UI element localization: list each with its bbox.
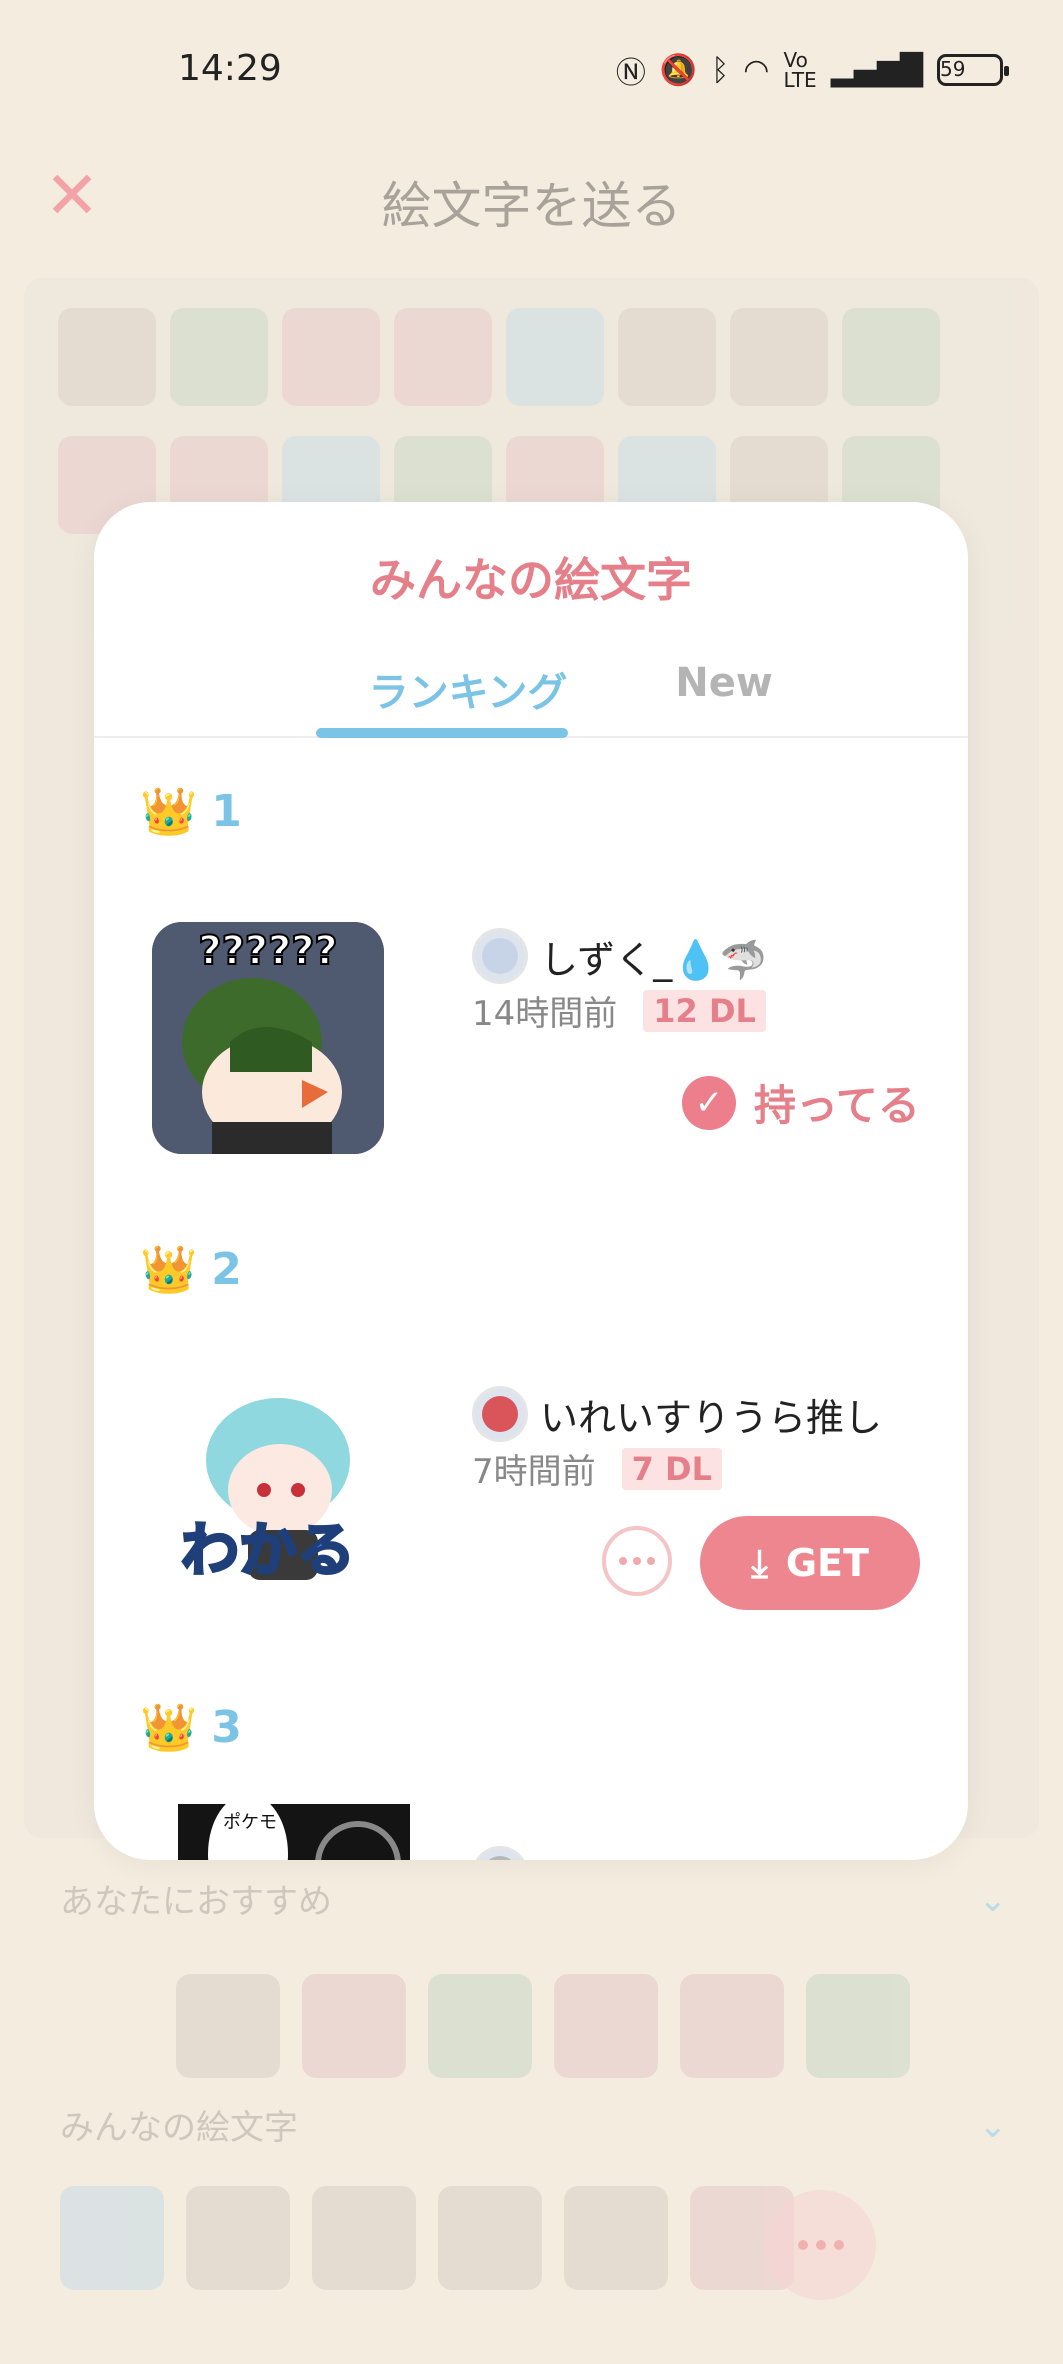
- item-user[interactable]: しずく_💧🦈: [472, 928, 767, 984]
- bluetooth-icon: ᛒ: [711, 52, 730, 88]
- sticker-thumb[interactable]: [842, 308, 940, 406]
- sticker-thumb[interactable]: [730, 308, 828, 406]
- time-ago: 14時間前: [472, 994, 618, 1034]
- crown-icon: 👑: [140, 1700, 198, 1754]
- section-label-everyone: みんなの絵文字: [60, 2108, 298, 2148]
- page-title: 絵文字を送る: [381, 177, 682, 235]
- avatar[interactable]: [472, 1386, 528, 1442]
- status-icons: Ⓝ 🔕 ᛒ ◠ Vo LTE ▂▄▆█ 59: [615, 48, 1009, 92]
- sticker-thumb[interactable]: [428, 1974, 532, 2078]
- sticker-image[interactable]: ??????: [152, 922, 384, 1154]
- battery-level: 59: [940, 57, 966, 81]
- volte-icon: Vo LTE: [783, 48, 817, 92]
- section-label-recommended: あなたにおすすめ: [60, 1882, 332, 1922]
- owned-indicator: ✓ 持ってる: [682, 1072, 920, 1133]
- crown-icon: 👑: [140, 784, 198, 838]
- mute-icon: 🔕: [659, 52, 698, 88]
- sticker-row: [24, 278, 1039, 406]
- check-icon: ✓: [682, 1075, 736, 1130]
- modal-title: みんなの絵文字: [370, 553, 692, 607]
- sticker-art: ポケモ: [178, 1804, 410, 1860]
- sticker-text: わかる: [181, 1516, 355, 1584]
- rank-number: 3: [211, 1702, 242, 1753]
- sticker-thumb[interactable]: [186, 2186, 290, 2290]
- everyone-row: [60, 2186, 794, 2290]
- download-count-badge: 12 DL: [643, 989, 766, 1032]
- sticker-thumb[interactable]: [564, 2186, 668, 2290]
- item-meta: 14時間前 12 DL: [472, 986, 766, 1035]
- rank-number: 2: [211, 1244, 242, 1295]
- sticker-thumb[interactable]: [506, 308, 604, 406]
- rank-header: 👑 1: [140, 784, 242, 839]
- sticker-image[interactable]: わかる: [152, 1380, 384, 1612]
- battery-icon: 59: [937, 54, 1009, 86]
- signal-icon: ▂▄▆█: [830, 52, 923, 88]
- rank-number: 1: [211, 786, 242, 837]
- status-time: 14:29: [178, 48, 282, 89]
- get-label: GET: [785, 1541, 869, 1585]
- time-ago: 7時間前: [472, 1452, 596, 1492]
- sticker-image[interactable]: ポケモ: [178, 1804, 410, 1860]
- rank-header: 👑 3: [140, 1700, 242, 1755]
- sticker-thumb[interactable]: [438, 2186, 542, 2290]
- sticker-thumb[interactable]: [60, 2186, 164, 2290]
- sticker-thumb[interactable]: [282, 308, 380, 406]
- screen: 14:29 Ⓝ 🔕 ᛒ ◠ Vo LTE ▂▄▆█ 59 ✕ 絵文字を送る あな…: [0, 0, 1063, 2364]
- owned-label: 持ってる: [754, 1081, 920, 1130]
- tab-ranking[interactable]: ランキング: [342, 660, 594, 718]
- sticker-thumb[interactable]: [394, 308, 492, 406]
- recommended-row: [176, 1974, 910, 2078]
- sticker-thumb[interactable]: [806, 1974, 910, 2078]
- sticker-art: ??????: [152, 922, 384, 1154]
- chevron-down-icon[interactable]: ⌄: [979, 2106, 1008, 2146]
- username: しずく_💧🦈: [540, 937, 767, 982]
- crown-icon: 👑: [140, 1242, 198, 1296]
- get-button[interactable]: ⤓ GET: [700, 1516, 920, 1610]
- sticker-thumb[interactable]: [680, 1974, 784, 2078]
- more-button[interactable]: [766, 2190, 876, 2300]
- header: ✕ 絵文字を送る: [0, 140, 1063, 260]
- sticker-text: ??????: [198, 928, 337, 974]
- item-more-button[interactable]: [602, 1526, 672, 1596]
- active-tab-indicator: [316, 728, 568, 738]
- sticker-thumb[interactable]: [302, 1974, 406, 2078]
- everyone-emoji-modal: みんなの絵文字 ランキング New 👑 1 ?????? しずく_💧🦈 14時間…: [94, 502, 968, 1860]
- tab-new[interactable]: New: [639, 660, 809, 706]
- sticker-thumb[interactable]: [58, 308, 156, 406]
- avatar[interactable]: [472, 1846, 528, 1860]
- wifi-icon: ◠: [743, 52, 770, 88]
- item-meta: 7時間前 7 DL: [472, 1444, 722, 1493]
- download-icon: ⤓: [751, 1540, 768, 1585]
- nfc-icon: Ⓝ: [615, 56, 646, 91]
- sticker-art: わかる: [179, 1398, 357, 1586]
- rank-header: 👑 2: [140, 1242, 242, 1297]
- sticker-thumb[interactable]: [176, 1974, 280, 2078]
- tab-bar: ランキング New: [94, 652, 968, 738]
- item-user[interactable]: いれいすりうら推し: [472, 1386, 882, 1442]
- username: いれいすりうら推し: [540, 1395, 883, 1440]
- download-count-badge: 7 DL: [621, 1447, 722, 1490]
- sticker-thumb[interactable]: [618, 308, 716, 406]
- sticker-text: ポケモ: [223, 1812, 277, 1833]
- chevron-down-icon[interactable]: ⌄: [979, 1880, 1008, 1920]
- avatar[interactable]: [472, 928, 528, 984]
- sticker-thumb[interactable]: [312, 2186, 416, 2290]
- status-bar: 14:29 Ⓝ 🔕 ᛒ ◠ Vo LTE ▂▄▆█ 59: [0, 0, 1063, 140]
- sticker-thumb[interactable]: [170, 308, 268, 406]
- sticker-thumb[interactable]: [554, 1974, 658, 2078]
